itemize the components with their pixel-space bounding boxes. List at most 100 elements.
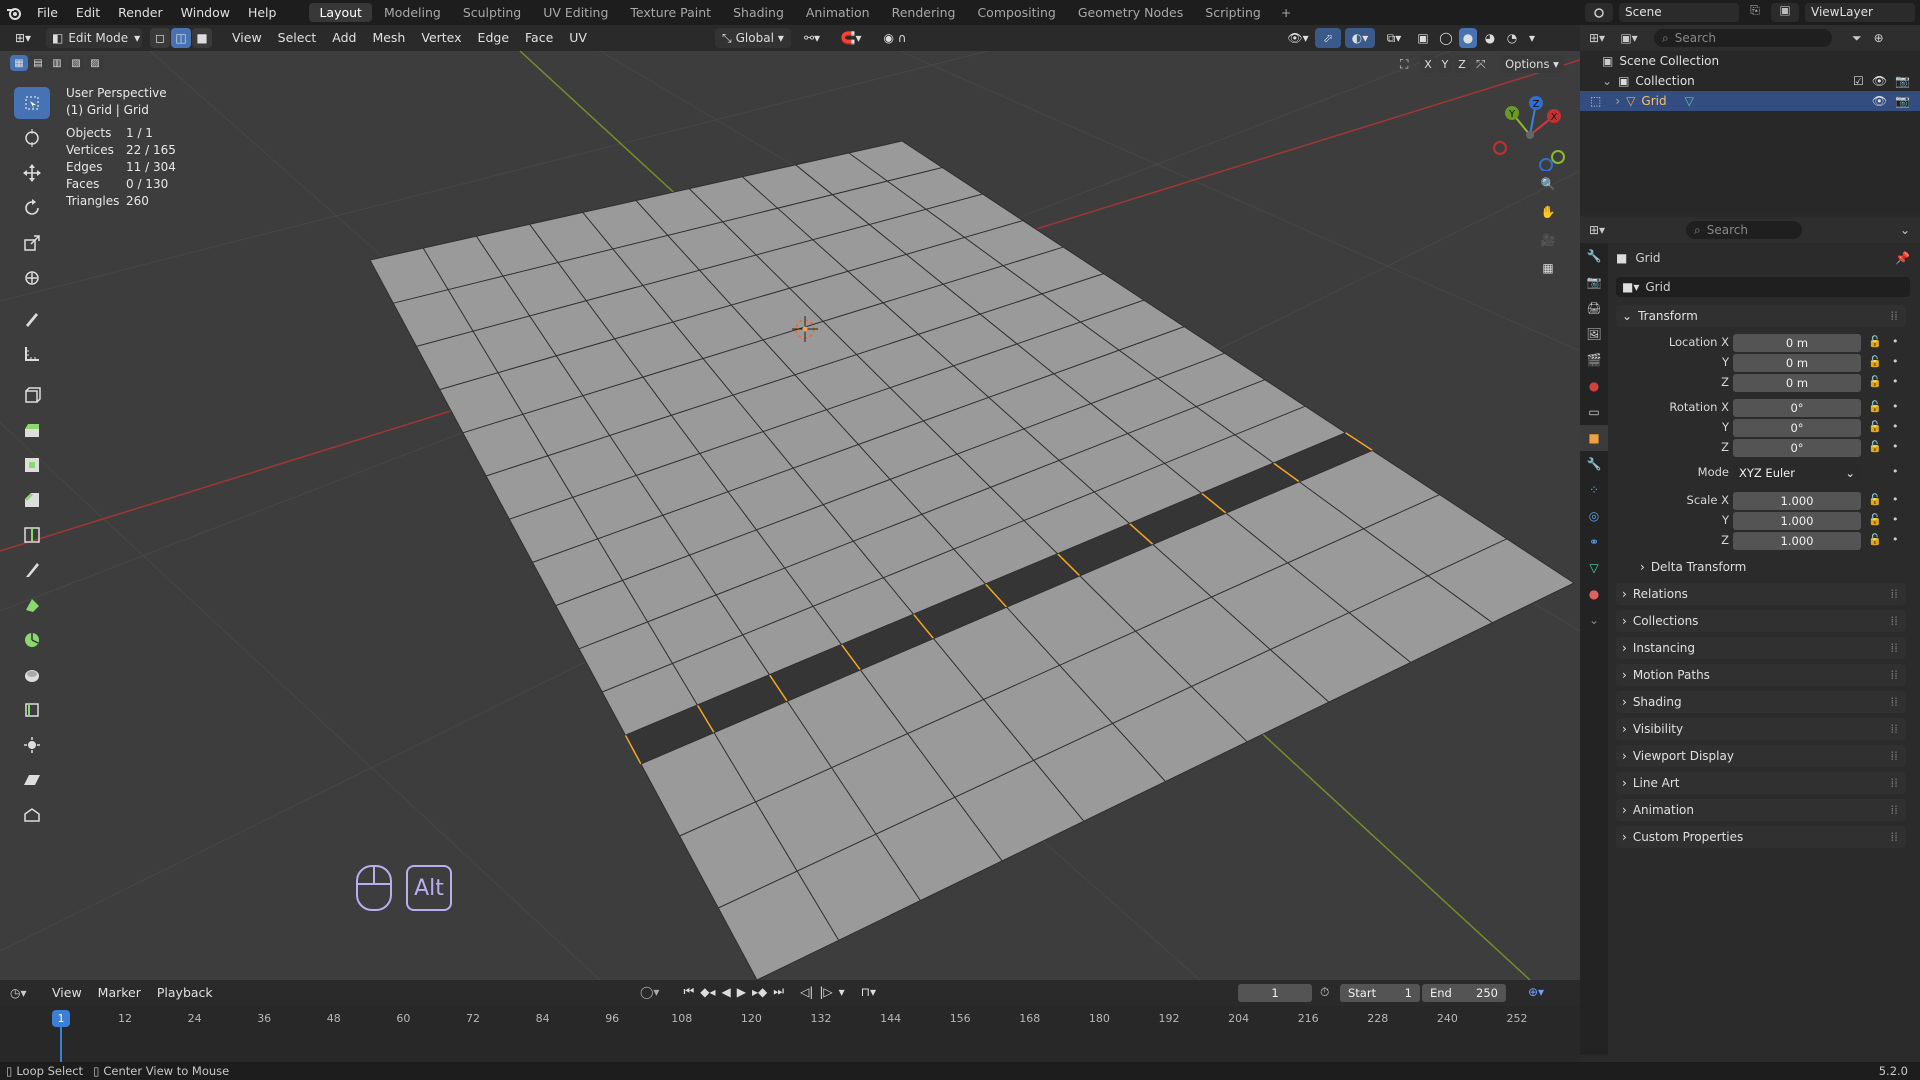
location-x-field[interactable]: 0 m	[1733, 334, 1861, 352]
select-box-tool-icon[interactable]	[14, 87, 50, 119]
smooth-tool-icon[interactable]	[14, 659, 50, 691]
location-z-field[interactable]: 0 m	[1733, 374, 1861, 392]
drag-handle-icon[interactable]: ⁞⁞	[1890, 614, 1898, 628]
drag-handle-icon[interactable]: ⁞⁞	[1890, 803, 1898, 817]
drag-handle-icon[interactable]: ⁞⁞	[1890, 749, 1898, 763]
drag-handle-icon[interactable]: ⁞⁞	[1890, 830, 1898, 844]
options-dropdown[interactable]: Options ▾	[1500, 55, 1564, 73]
lock-icon[interactable]: 🔓	[1868, 335, 1882, 348]
viewport-menu-view[interactable]: View	[224, 25, 270, 51]
keying-set-icon[interactable]: ▾	[839, 985, 845, 999]
outliner-search-field[interactable]: ⌕ Search	[1654, 29, 1832, 47]
panel-custom-properties[interactable]: › Custom Properties ⁞⁞	[1616, 826, 1906, 848]
timeline-view-icon[interactable]: ⊕▾	[1528, 985, 1544, 999]
timeline-menu-marker[interactable]: Marker	[90, 980, 149, 1006]
output-tab-icon[interactable]: 🖨	[1580, 295, 1608, 321]
panel-shading[interactable]: › Shading ⁞⁞	[1616, 691, 1906, 713]
camera-view-icon[interactable]: 🎥	[1538, 233, 1558, 253]
pivot-icon[interactable]: ⚯▾	[797, 28, 827, 48]
viewport-scene[interactable]	[0, 51, 1580, 980]
start-frame-field[interactable]: Start 1	[1340, 984, 1420, 1002]
edge-select-icon[interactable]: ◫	[171, 28, 191, 48]
tab-scripting[interactable]: Scripting	[1195, 3, 1271, 22]
timeline-menu-view[interactable]: View	[44, 980, 90, 1006]
grid-visibility-icon[interactable]: 👁	[1872, 94, 1887, 108]
loop-cut-tool-icon[interactable]	[14, 519, 50, 551]
tool-tab-icon[interactable]: 🔧	[1580, 243, 1608, 269]
tab-sculpting[interactable]: Sculpting	[453, 3, 531, 22]
lock-icon[interactable]: 🔓	[1868, 355, 1882, 368]
keyframe-dot-icon[interactable]: •	[1892, 440, 1899, 453]
keyframe-dot-icon[interactable]: •	[1892, 375, 1899, 388]
visibility-icon[interactable]: 👁▾	[1285, 28, 1311, 48]
properties-editor-type-icon[interactable]: ⊞▾	[1580, 223, 1614, 237]
material-shading-icon[interactable]: ◕	[1481, 28, 1499, 48]
keyframe-dot-icon[interactable]: •	[1892, 513, 1899, 526]
viewport-menu-add[interactable]: Add	[324, 25, 364, 51]
vertex-select-icon[interactable]: ◻	[150, 28, 170, 48]
lock-icon[interactable]: 🔓	[1868, 400, 1882, 413]
drag-handle-icon[interactable]: ⁞⁞	[1890, 776, 1898, 790]
collection-row[interactable]: ⌄ ▣ Collection ☑ 👁 📷	[1580, 71, 1920, 91]
play-reverse-icon[interactable]: ◀	[722, 985, 731, 999]
transform-tool-icon[interactable]	[14, 262, 50, 294]
scene-collection-row[interactable]: ▣ Scene Collection	[1580, 51, 1920, 71]
panel-collections[interactable]: › Collections ⁞⁞	[1616, 610, 1906, 632]
playhead[interactable]: 1	[52, 1010, 70, 1027]
mirror-icon[interactable]: ⛶	[1400, 57, 1418, 72]
grid-expand-icon[interactable]: ›	[1615, 94, 1620, 108]
drag-handle-icon[interactable]: ⁞⁞	[1890, 587, 1898, 601]
rendered-shading-icon[interactable]: ◔	[1503, 28, 1521, 48]
drag-handle-icon[interactable]: ⁞⁞	[1890, 668, 1898, 682]
menu-help[interactable]: Help	[239, 0, 286, 25]
viewport-menu-edge[interactable]: Edge	[470, 25, 517, 51]
face-select-icon[interactable]: ■	[192, 28, 212, 48]
viewport-menu-select[interactable]: Select	[270, 25, 325, 51]
mirror-x-button[interactable]: X	[1420, 55, 1436, 73]
timeline-editor-type-icon[interactable]: ◷▾	[10, 986, 44, 1000]
new-collection-icon[interactable]: ⊕	[1874, 31, 1884, 45]
editor-type-button[interactable]: ⊞▾	[6, 28, 40, 48]
object-tab-icon[interactable]: ■	[1580, 425, 1608, 451]
jump-keyframe-forward-icon[interactable]: ▸◆	[752, 985, 767, 999]
panel-relations[interactable]: › Relations ⁞⁞	[1616, 583, 1906, 605]
mirror-y-button[interactable]: Y	[1437, 55, 1453, 73]
collection-render-icon[interactable]: 📷	[1895, 74, 1910, 88]
viewport-menu-vertex[interactable]: Vertex	[413, 25, 469, 51]
keyframe-dot-icon[interactable]: •	[1892, 493, 1899, 506]
physics-tab-icon[interactable]: ◎	[1580, 503, 1608, 529]
navigation-gizmo[interactable]: Y X Z	[1490, 91, 1570, 171]
lock-icon[interactable]: 🔓	[1868, 493, 1882, 506]
scale-tool-icon[interactable]	[14, 227, 50, 259]
scale-z-field[interactable]: 1.000	[1733, 532, 1861, 550]
edge-slide-tool-icon[interactable]	[14, 694, 50, 726]
jump-keyframe-back-icon[interactable]: ◆◂	[700, 985, 715, 999]
rotation-y-field[interactable]: 0°	[1733, 419, 1861, 437]
move-tool-icon[interactable]	[14, 157, 50, 189]
keyframe-dot-icon[interactable]: •	[1892, 355, 1899, 368]
modifiers-tab-icon[interactable]: 🔧	[1580, 451, 1608, 477]
panel-instancing[interactable]: › Instancing ⁞⁞	[1616, 637, 1906, 659]
keyframe-dot-icon[interactable]: •	[1892, 335, 1899, 348]
play-icon[interactable]: ▶	[737, 985, 746, 999]
end-frame-field[interactable]: End 250	[1422, 984, 1506, 1002]
particles-tab-icon[interactable]: ⁘	[1580, 477, 1608, 503]
shear-tool-icon[interactable]	[14, 764, 50, 796]
keyframe-dot-icon[interactable]: •	[1892, 420, 1899, 433]
outliner-editor-type-icon[interactable]: ⊞▾	[1580, 31, 1614, 45]
preview-range-icon[interactable]: ⏱	[1320, 985, 1329, 1000]
view-layer-tab-icon[interactable]: 🖼	[1580, 321, 1608, 347]
current-frame-field[interactable]: 1	[1238, 984, 1312, 1002]
scene-icon[interactable]	[1585, 3, 1613, 22]
timeline-menu-playback[interactable]: Playback	[149, 980, 221, 1006]
material-tab-icon[interactable]: ●	[1580, 581, 1608, 607]
lock-icon[interactable]: 🔓	[1868, 375, 1882, 388]
menu-window[interactable]: Window	[172, 0, 239, 25]
mirror-z-button[interactable]: Z	[1454, 55, 1470, 73]
tab-texture-paint[interactable]: Texture Paint	[620, 3, 721, 22]
rotation-mode-dropdown[interactable]: XYZ Euler ⌄	[1733, 464, 1861, 482]
new-scene-icon[interactable]: ⎘	[1745, 3, 1765, 22]
object-name-field[interactable]: ■▾ Grid	[1616, 277, 1910, 297]
viewport-menu-uv[interactable]: UV	[561, 25, 595, 51]
drag-handle-icon[interactable]: ⁞⁞	[1890, 722, 1898, 736]
